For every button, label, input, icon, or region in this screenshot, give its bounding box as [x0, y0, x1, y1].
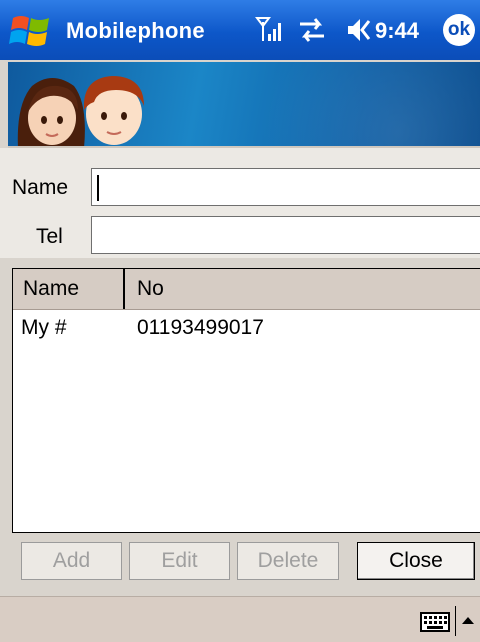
clock[interactable]: 9:44 [375, 18, 419, 44]
contact-list[interactable]: Name No My # 01193499017 [12, 268, 480, 533]
delete-button[interactable]: Delete [237, 542, 339, 580]
column-header-name[interactable]: Name [13, 269, 125, 309]
app-title: Mobilephone [66, 18, 205, 43]
text-caret [97, 175, 99, 201]
keyboard-icon[interactable] [420, 612, 450, 632]
tel-label: Tel [36, 225, 63, 248]
name-input[interactable] [91, 168, 480, 206]
windows-start-icon[interactable] [9, 10, 53, 50]
edit-button[interactable]: Edit [129, 542, 230, 580]
ok-button[interactable]: ok [443, 14, 475, 46]
title-bar: Mobilephone 9:44 ok [0, 0, 480, 60]
list-row[interactable]: My # 01193499017 [13, 311, 480, 345]
banner-glow [248, 62, 480, 146]
add-button[interactable]: Add [21, 542, 122, 580]
row-number: 01193499017 [137, 316, 264, 339]
signal-icon[interactable] [255, 14, 285, 44]
name-label: Name [12, 176, 69, 199]
contacts-people-icon [17, 76, 144, 146]
sync-icon[interactable] [297, 16, 327, 44]
volume-icon[interactable] [345, 16, 373, 44]
tel-input[interactable] [91, 216, 480, 254]
close-button[interactable]: Close [357, 542, 475, 580]
list-header: Name No [13, 269, 480, 310]
sip-divider [455, 606, 456, 636]
row-name: My # [21, 316, 67, 339]
column-header-no[interactable]: No [125, 269, 475, 309]
header-banner [8, 62, 480, 148]
menu-bar [0, 596, 480, 642]
arrow-up-icon[interactable] [461, 615, 475, 625]
